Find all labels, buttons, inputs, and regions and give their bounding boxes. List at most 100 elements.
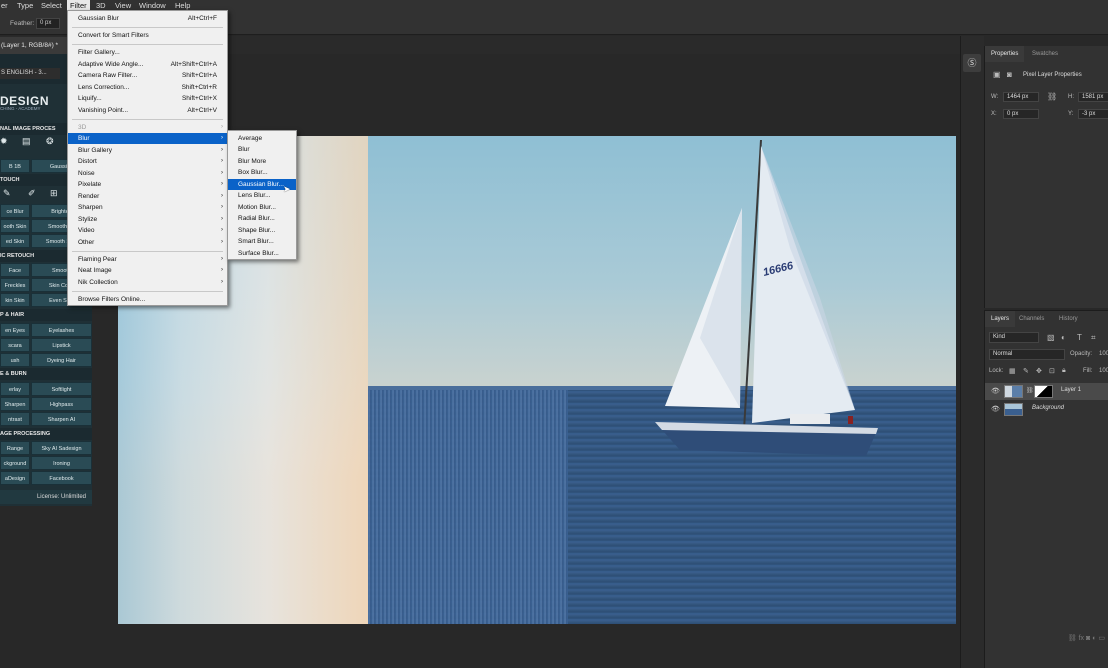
mask-link-icon[interactable]: ⛓ xyxy=(1026,387,1034,394)
menu-item-video[interactable]: Video › xyxy=(68,225,227,236)
plugin-button[interactable]: Dyeing Hair xyxy=(31,353,92,367)
layer-row[interactable]: 👁︎ ⛓ Layer 1 xyxy=(985,383,1108,400)
menu-item-layer[interactable]: er xyxy=(0,0,11,11)
plugin-button[interactable]: ooth Skin xyxy=(0,219,30,233)
plugin-button[interactable]: Sky AI Sadesign xyxy=(31,441,92,455)
menu-item-radial-blur[interactable]: Radial Blur... xyxy=(228,213,296,224)
lock-all-icon[interactable]: 🔒︎ xyxy=(1062,367,1066,375)
adjustment-layer-icon[interactable]: ◐ xyxy=(1092,635,1096,642)
fx-icon[interactable]: fx xyxy=(1079,635,1084,642)
link-layers-icon[interactable]: ⛓ xyxy=(1068,635,1079,642)
layer-row[interactable]: 👁︎ Background xyxy=(985,401,1108,418)
menu-item-surface-blur[interactable]: Surface Blur... xyxy=(228,248,296,259)
plugin-button[interactable]: erlay xyxy=(0,382,30,396)
group-icon[interactable]: ▭ xyxy=(1098,635,1105,642)
link-icon[interactable]: ⛓ xyxy=(1047,92,1057,101)
plugin-tab-title[interactable]: S ENGLISH - 3... xyxy=(0,68,60,79)
menu-item-blur-simple[interactable]: Blur xyxy=(228,144,296,155)
plugin-button[interactable]: Face xyxy=(0,263,30,277)
menu-item-distort[interactable]: Distort › xyxy=(68,156,227,167)
tab-layers[interactable]: Layers xyxy=(985,311,1016,327)
plugin-button[interactable]: Range xyxy=(0,441,30,455)
plugin-button[interactable]: ed Skin xyxy=(0,234,30,248)
plugin-button[interactable]: en Eyes xyxy=(0,323,30,337)
lock-artboard-icon[interactable]: ⊡ xyxy=(1049,367,1055,375)
menu-item-nik-collection[interactable]: Nik Collection › xyxy=(68,277,227,288)
menu-item-box-blur[interactable]: Box Blur... xyxy=(228,167,296,178)
menu-item-blur-gallery[interactable]: Blur Gallery › xyxy=(68,145,227,156)
filter-shape-icon[interactable]: ⌗ xyxy=(1091,333,1096,343)
plugin-button[interactable]: ce Blur xyxy=(0,204,30,218)
stack-icon[interactable]: ▤ xyxy=(22,136,31,147)
layer-mask-thumbnail[interactable] xyxy=(1034,385,1053,398)
grid-icon[interactable]: ⊞ xyxy=(50,188,58,199)
add-mask-icon[interactable]: ◙ xyxy=(1086,635,1090,642)
menu-item-neat-image[interactable]: Neat Image › xyxy=(68,265,227,276)
blend-mode-select[interactable]: Normal xyxy=(989,349,1065,360)
plugin-launcher-icon[interactable]: Ⓢ xyxy=(963,54,981,72)
menu-item-vanishing-point[interactable]: Vanishing Point... Alt+Ctrl+V xyxy=(68,105,227,116)
feather-input[interactable]: 0 px xyxy=(36,18,60,29)
tab-properties[interactable]: Properties xyxy=(985,46,1025,62)
menu-item-type[interactable]: Type xyxy=(14,0,36,11)
menu-item-pixelate[interactable]: Pixelate › xyxy=(68,179,227,190)
menu-item-lens-correction[interactable]: Lens Correction... Shift+Ctrl+R xyxy=(68,82,227,93)
height-field[interactable]: 1581 px xyxy=(1078,92,1108,102)
opacity-value[interactable]: 100 xyxy=(1099,351,1108,357)
menu-item-convert-smart-filters[interactable]: Convert for Smart Filters xyxy=(68,30,227,41)
menu-item-average[interactable]: Average xyxy=(228,133,296,144)
plugin-button[interactable]: scara xyxy=(0,338,30,352)
menu-item-blur-more[interactable]: Blur More xyxy=(228,156,296,167)
fill-value[interactable]: 100 xyxy=(1099,368,1108,374)
tab-swatches[interactable]: Swatches xyxy=(1026,46,1064,62)
filter-image-icon[interactable]: ▧ xyxy=(1047,333,1055,342)
menu-item-adaptive-wide-angle[interactable]: Adaptive Wide Angle... Alt+Shift+Ctrl+A xyxy=(68,59,227,70)
plugin-button[interactable]: ntrast xyxy=(0,412,30,426)
layer-name[interactable]: Background xyxy=(1032,405,1064,411)
layer-filter-kind[interactable]: Kind xyxy=(989,332,1039,343)
menu-item-stylize[interactable]: Stylize › xyxy=(68,214,227,225)
menu-item-select[interactable]: Select xyxy=(38,0,65,11)
menu-item-sharpen[interactable]: Sharpen › xyxy=(68,202,227,213)
plugin-button[interactable]: Sharpen xyxy=(0,397,30,411)
plugin-button[interactable]: Freckles xyxy=(0,278,30,292)
plugin-button[interactable]: kin Skin xyxy=(0,293,30,307)
menu-item-noise[interactable]: Noise › xyxy=(68,168,227,179)
document-tab[interactable]: (Layer 1, RGB/8#) * xyxy=(0,37,72,54)
filter-type-icon[interactable]: T xyxy=(1077,333,1082,342)
plugin-button[interactable]: aDesign xyxy=(0,471,30,485)
menu-item-blur[interactable]: Blur › xyxy=(68,133,227,144)
visibility-eye-icon[interactable]: 👁︎ xyxy=(991,387,1000,395)
x-field[interactable]: 0 px xyxy=(1003,109,1039,119)
circles-icon[interactable]: ❂ xyxy=(46,136,54,147)
plugin-button[interactable]: ckground xyxy=(0,456,30,470)
plugin-button[interactable]: Highpass xyxy=(31,397,92,411)
plugin-button[interactable]: ush xyxy=(0,353,30,367)
lock-brush-icon[interactable]: ✎ xyxy=(1023,367,1029,375)
plugin-button[interactable]: Facebook xyxy=(31,471,92,485)
brush-icon[interactable]: ✎ xyxy=(3,188,11,199)
visibility-eye-icon[interactable]: 👁︎ xyxy=(991,405,1000,413)
menu-item-camera-raw[interactable]: Camera Raw Filter... Shift+Ctrl+A xyxy=(68,70,227,81)
filter-adjustment-icon[interactable]: ◐ xyxy=(1061,333,1066,342)
layer-name[interactable]: Layer 1 xyxy=(1061,387,1081,393)
plugin-button[interactable]: Sharpen AI xyxy=(31,412,92,426)
lock-pixels-icon[interactable]: ▦ xyxy=(1009,367,1016,375)
menu-item-render[interactable]: Render › xyxy=(68,191,227,202)
width-field[interactable]: 1464 px xyxy=(1003,92,1039,102)
menu-item-filter-gallery[interactable]: Filter Gallery... xyxy=(68,47,227,58)
sun-icon[interactable]: ✹ xyxy=(0,136,8,147)
mask-icon[interactable]: ◙ xyxy=(1007,70,1012,79)
tab-history[interactable]: History xyxy=(1053,311,1084,327)
plugin-button[interactable]: Eyelashes xyxy=(31,323,92,337)
plugin-button[interactable]: Softlight xyxy=(31,382,92,396)
y-field[interactable]: -3 px xyxy=(1078,109,1108,119)
lock-move-icon[interactable]: ✥ xyxy=(1036,367,1042,375)
menu-item-last-filter[interactable]: Gaussian Blur Alt+Ctrl+F xyxy=(68,13,227,24)
menu-item-smart-blur[interactable]: Smart Blur... xyxy=(228,236,296,247)
tab-channels[interactable]: Channels xyxy=(1013,311,1050,327)
menu-item-flaming-pear[interactable]: Flaming Pear › xyxy=(68,254,227,265)
plugin-button[interactable]: Ironing xyxy=(31,456,92,470)
menu-item-motion-blur[interactable]: Motion Blur... xyxy=(228,202,296,213)
plugin-button[interactable]: Lipstick xyxy=(31,338,92,352)
